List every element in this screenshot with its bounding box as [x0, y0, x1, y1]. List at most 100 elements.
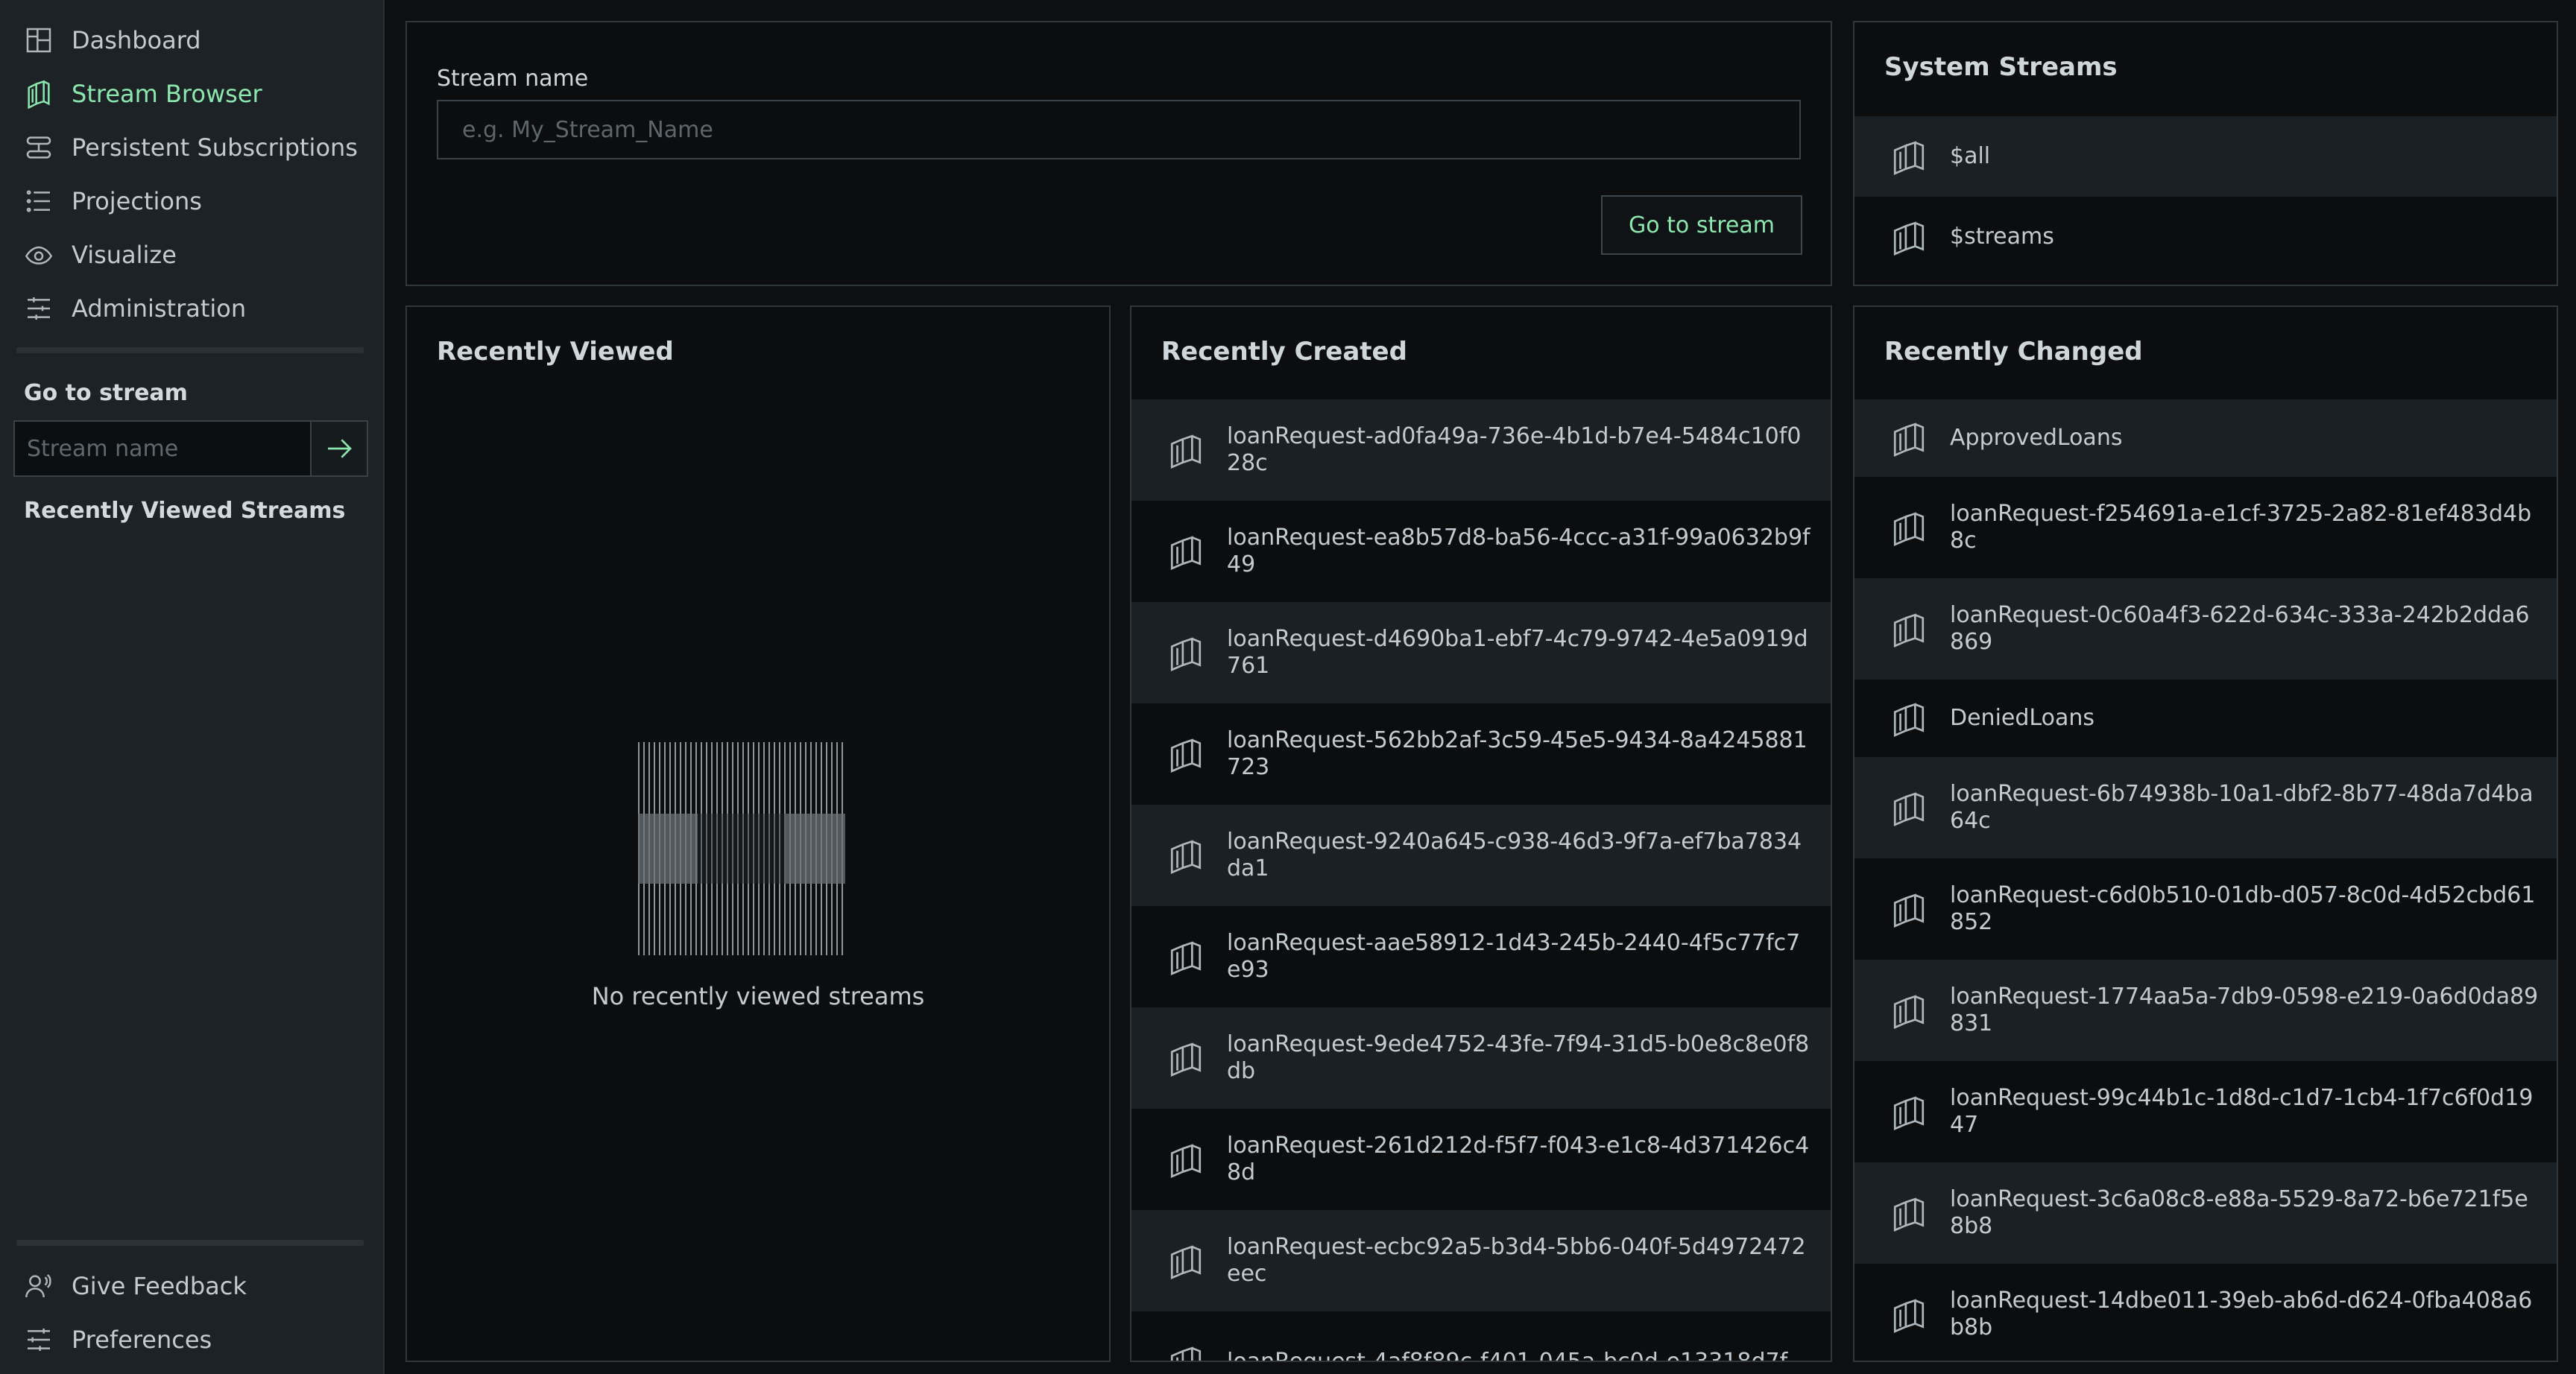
recently-viewed-streams-heading: Recently Viewed Streams — [24, 498, 346, 524]
list-item[interactable]: loanRequest-c6d0b510-01db-d057-8c0d-4d52… — [1854, 858, 2557, 960]
list-item[interactable]: loanRequest-562bb2af-3c59-45e5-9434-8a42… — [1131, 703, 1831, 805]
list-item-label: loanRequest-c6d0b510-01db-d057-8c0d-4d52… — [1950, 882, 2536, 935]
arrow-right-icon — [328, 439, 352, 458]
go-to-stream-button[interactable]: Go to stream — [1601, 195, 1802, 255]
sidebar-bottom: Give Feedback Preferences — [0, 1259, 385, 1367]
stream-icon — [1890, 1093, 1928, 1130]
stream-name-input[interactable] — [437, 100, 1801, 159]
recently-created-title: Recently Created — [1161, 337, 1407, 367]
stream-icon — [1890, 700, 1928, 737]
administration-icon — [24, 294, 54, 323]
stream-icon — [1890, 610, 1928, 648]
nav-item-label: Give Feedback — [72, 1272, 247, 1300]
nav-item-projections[interactable]: Projections — [0, 174, 385, 228]
list-item-label: DeniedLoans — [1950, 705, 2094, 731]
list-item[interactable]: ApprovedLoans — [1854, 399, 2557, 477]
list-item-label: $streams — [1950, 224, 2054, 250]
sidebar-divider — [16, 347, 364, 353]
stream-icon — [1167, 938, 1205, 975]
list-item[interactable]: loanRequest-9240a645-c938-46d3-9f7a-ef7b… — [1131, 805, 1831, 906]
system-streams-panel: System Streams $all $streams — [1853, 21, 2558, 286]
list-item[interactable]: loanRequest-ad0fa49a-736e-4b1d-b7e4-5484… — [1131, 399, 1831, 501]
nav-item-label: Stream Browser — [72, 80, 262, 108]
list-item[interactable]: loanRequest-0c60a4f3-622d-634c-333a-242b… — [1854, 578, 2557, 680]
list-item-label: loanRequest-562bb2af-3c59-45e5-9434-8a42… — [1227, 727, 1808, 780]
nav-item-visualize[interactable]: Visualize — [0, 228, 385, 282]
recently-changed-list: ApprovedLoans loanRequest-f254691a-e1cf-… — [1854, 399, 2557, 1361]
app-root: Dashboard Stream Browser Persistent Subs… — [0, 0, 2576, 1374]
preferences-icon — [24, 1325, 54, 1355]
list-item-label: loanRequest-9ede4752-43fe-7f94-31d5-b0e8… — [1227, 1031, 1810, 1084]
list-item[interactable]: DeniedLoans — [1854, 680, 2557, 757]
list-item[interactable]: loanRequest-3c6a08c8-e88a-5529-8a72-b6e7… — [1854, 1162, 2557, 1264]
stream-icon — [1167, 634, 1205, 671]
sidebar: Dashboard Stream Browser Persistent Subs… — [0, 0, 385, 1374]
list-item[interactable]: loanRequest-aae58912-1d43-245b-2440-4f5c… — [1131, 906, 1831, 1007]
list-item-label: loanRequest-99c44b1c-1d8d-c1d7-1cb4-1f7c… — [1950, 1085, 2534, 1138]
empty-state-text: No recently viewed streams — [591, 982, 925, 1010]
list-item-label: loanRequest-1774aa5a-7db9-0598-e219-0a6d… — [1950, 984, 2539, 1036]
list-item[interactable]: loanRequest-14dbe011-39eb-ab6d-d624-0fba… — [1854, 1264, 2557, 1361]
stream-icon — [1890, 992, 1928, 1029]
list-item[interactable]: loanRequest-ea8b57d8-ba56-4ccc-a31f-99a0… — [1131, 501, 1831, 602]
stream-icon — [1890, 890, 1928, 928]
list-item[interactable]: loanRequest-4af8f89c-f401-045a-bc0d-e133… — [1131, 1311, 1831, 1361]
list-item-label: loanRequest-ad0fa49a-736e-4b1d-b7e4-5484… — [1227, 423, 1802, 476]
list-item[interactable]: $all — [1854, 116, 2557, 197]
list-item[interactable]: loanRequest-1774aa5a-7db9-0598-e219-0a6d… — [1854, 960, 2557, 1061]
goto-stream-heading: Go to stream — [24, 380, 188, 406]
nav-item-stream-browser[interactable]: Stream Browser — [0, 67, 385, 121]
list-item-label: loanRequest-3c6a08c8-e88a-5529-8a72-b6e7… — [1950, 1186, 2528, 1239]
stream-icon — [1890, 1296, 1928, 1333]
recently-created-panel: Recently Created loanRequest-ad0fa49a-73… — [1130, 305, 1832, 1362]
list-item[interactable]: loanRequest-261d212d-f5f7-f043-e1c8-4d37… — [1131, 1109, 1831, 1210]
list-item[interactable]: loanRequest-99c44b1c-1d8d-c1d7-1cb4-1f7c… — [1854, 1061, 2557, 1162]
list-item-label: $all — [1950, 143, 1991, 169]
list-item-label: loanRequest-ea8b57d8-ba56-4ccc-a31f-99a0… — [1227, 525, 1811, 577]
nav-item-label: Administration — [72, 294, 247, 323]
stream-icon — [1890, 509, 1928, 546]
empty-state-illustration — [638, 742, 845, 955]
list-item[interactable]: loanRequest-d4690ba1-ebf7-4c79-9742-4e5a… — [1131, 602, 1831, 703]
stream-name-label: Stream name — [437, 66, 589, 92]
projections-icon — [24, 186, 54, 216]
stream-icon — [1167, 1039, 1205, 1077]
list-item-label: loanRequest-4af8f89c-f401-045a-bc0d-e133… — [1227, 1349, 1787, 1361]
nav-item-dashboard[interactable]: Dashboard — [0, 13, 385, 67]
visualize-icon — [24, 240, 54, 270]
stream-icon — [1890, 1194, 1928, 1232]
feedback-icon — [24, 1271, 54, 1301]
stream-icon — [1890, 138, 1928, 175]
list-item[interactable]: loanRequest-6b74938b-10a1-dbf2-8b77-48da… — [1854, 757, 2557, 858]
list-item[interactable]: $streams — [1854, 197, 2557, 277]
dashboard-icon — [24, 25, 54, 55]
nav-item-label: Dashboard — [72, 26, 201, 54]
list-item-label: loanRequest-6b74938b-10a1-dbf2-8b77-48da… — [1950, 781, 2534, 834]
sidebar-stream-name-input[interactable] — [15, 422, 310, 475]
sidebar-stream-search — [13, 420, 368, 477]
list-item-label: loanRequest-261d212d-f5f7-f043-e1c8-4d37… — [1227, 1133, 1810, 1185]
stream-icon — [1167, 533, 1205, 570]
nav-item-persistent-subscriptions[interactable]: Persistent Subscriptions — [0, 121, 385, 174]
recently-viewed-panel: Recently Viewed No recently viewed strea… — [405, 305, 1111, 1362]
nav-item-label: Visualize — [72, 241, 177, 269]
list-item[interactable]: loanRequest-ecbc92a5-b3d4-5bb6-040f-5d49… — [1131, 1210, 1831, 1311]
nav-item-label: Preferences — [72, 1326, 212, 1354]
stream-icon — [1167, 1141, 1205, 1178]
nav-item-administration[interactable]: Administration — [0, 282, 385, 335]
stream-icon — [1890, 789, 1928, 826]
list-item[interactable]: loanRequest-f254691a-e1cf-3725-2a82-81ef… — [1854, 477, 2557, 578]
system-streams-list: $all $streams — [1854, 116, 2557, 285]
stream-icon — [1890, 218, 1928, 256]
list-item-label: loanRequest-ecbc92a5-b3d4-5bb6-040f-5d49… — [1227, 1234, 1806, 1287]
recently-changed-title: Recently Changed — [1884, 337, 2143, 367]
stream-icon — [1167, 735, 1205, 773]
stream-icon — [1167, 431, 1205, 469]
list-item[interactable]: loanRequest-9ede4752-43fe-7f94-31d5-b0e8… — [1131, 1007, 1831, 1109]
list-item-label: loanRequest-aae58912-1d43-245b-2440-4f5c… — [1227, 930, 1801, 983]
recently-created-list: loanRequest-ad0fa49a-736e-4b1d-b7e4-5484… — [1131, 399, 1831, 1361]
nav-item-label: Persistent Subscriptions — [72, 133, 358, 162]
nav-item-preferences[interactable]: Preferences — [0, 1313, 385, 1367]
sidebar-go-button[interactable] — [310, 422, 367, 475]
nav-item-give-feedback[interactable]: Give Feedback — [0, 1259, 385, 1313]
